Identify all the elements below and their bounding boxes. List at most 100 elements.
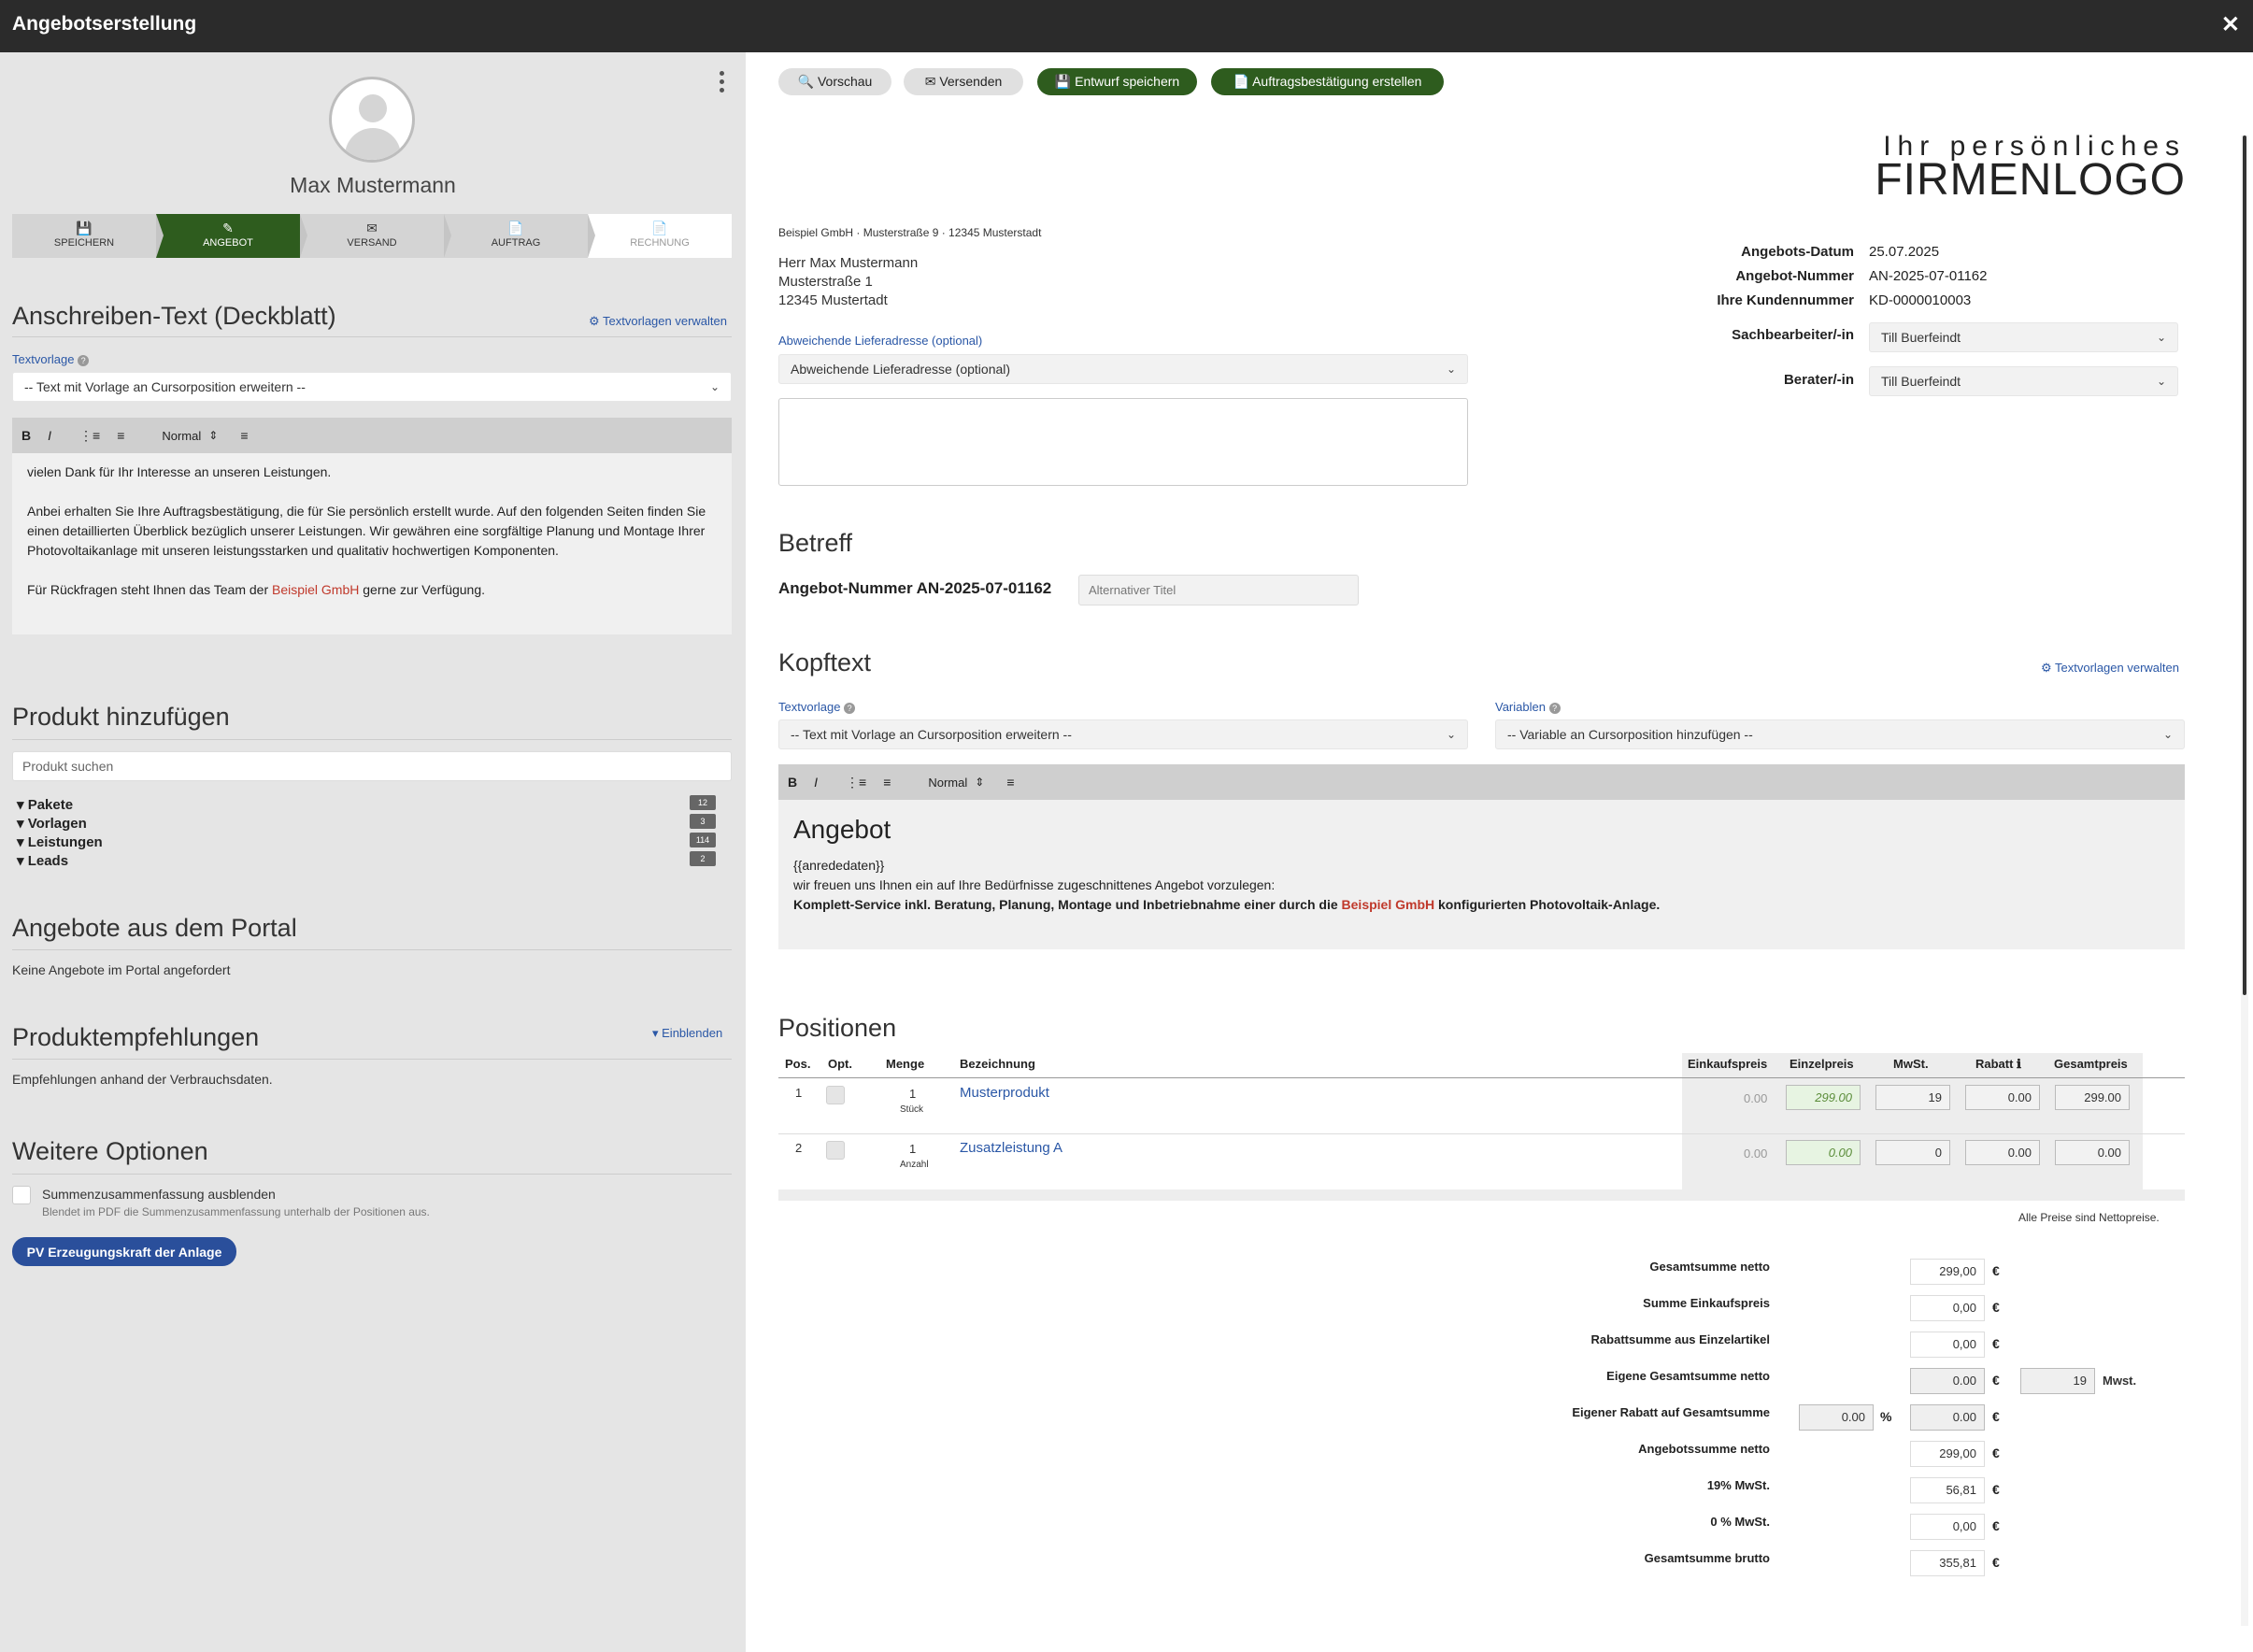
row1-vat-input[interactable]: 19 bbox=[1875, 1085, 1950, 1110]
own-total-net-input[interactable]: 0.00 bbox=[1910, 1368, 1985, 1394]
sum-item-discount: 0,00 bbox=[1910, 1332, 1985, 1358]
offer-net: 299,00 bbox=[1910, 1441, 1985, 1467]
title-bar: Angebotserstellung ✕ bbox=[0, 0, 2253, 52]
chevron-down-icon: ⌄ bbox=[2156, 331, 2166, 344]
italic-button[interactable]: I bbox=[814, 775, 818, 790]
save-draft-button[interactable]: 💾 Entwurf speichern bbox=[1037, 68, 1197, 95]
col-total: Gesamtpreis bbox=[2054, 1057, 2128, 1071]
portal-title: Angebote aus dem Portal bbox=[12, 914, 297, 942]
row2-total-input[interactable]: 0.00 bbox=[2055, 1140, 2130, 1165]
advisor-select[interactable]: Till Buerfeindt ⌄ bbox=[1869, 366, 2178, 396]
preview-button[interactable]: 🔍 Vorschau bbox=[778, 68, 891, 95]
cover-template-label: Textvorlage ? bbox=[12, 352, 90, 366]
own-discount-value-input[interactable]: 0.00 bbox=[1910, 1404, 1985, 1431]
bold-button[interactable]: B bbox=[788, 775, 797, 790]
row1-unit: Stück bbox=[900, 1104, 924, 1115]
kebab-menu-icon[interactable] bbox=[720, 71, 725, 96]
head-template-select[interactable]: -- Text mit Vorlage an Cursorposition er… bbox=[778, 719, 1468, 749]
count-badge: 114 bbox=[690, 833, 716, 847]
own-total-vat-input[interactable]: 19 bbox=[2020, 1368, 2095, 1394]
row1-discount-input[interactable]: 0.00 bbox=[1965, 1085, 2040, 1110]
variables-label: Variablen ? bbox=[1495, 700, 1561, 714]
delivery-address-select[interactable]: Abweichende Lieferadresse (optional) ⌄ bbox=[778, 354, 1468, 384]
chevron-down-icon: ⌄ bbox=[1446, 728, 1456, 741]
step-auftrag[interactable]: 📄 AUFTRAG bbox=[444, 214, 595, 258]
bold-button[interactable]: B bbox=[21, 428, 31, 443]
close-icon[interactable]: ✕ bbox=[2221, 11, 2240, 38]
variables-select[interactable]: -- Variable an Cursorposition hinzufügen… bbox=[1495, 719, 2185, 749]
workflow-steps: 💾 SPEICHERN ✎ ANGEBOT ✉ VERSAND 📄 AUFTRAG 📄 R… bbox=[12, 214, 732, 258]
pv-power-button[interactable]: PV Erzeugungskraft der Anlage bbox=[12, 1237, 236, 1266]
positions-title: Positionen bbox=[778, 1014, 897, 1042]
alternative-title-input[interactable]: Alternativer Titel bbox=[1078, 575, 1359, 605]
row2-discount-input[interactable]: 0.00 bbox=[1965, 1140, 2040, 1165]
hide-summary-checkbox[interactable] bbox=[12, 1186, 31, 1204]
clerk-select[interactable]: Till Buerfeindt ⌄ bbox=[1869, 322, 2178, 352]
align-button[interactable]: ≡ bbox=[1006, 775, 1014, 790]
subject-title: Betreff bbox=[778, 529, 853, 557]
head-manage-templates-link[interactable]: ⚙ Textvorlagen verwalten bbox=[2041, 661, 2179, 676]
row2-qty[interactable]: 1 bbox=[909, 1142, 916, 1156]
row1-optional-checkbox[interactable] bbox=[826, 1086, 845, 1104]
subject-number: Angebot-Nummer AN-2025-07-01162 bbox=[778, 579, 1052, 597]
row1-unit-price-input[interactable]: 299.00 bbox=[1786, 1085, 1861, 1110]
sum-total-net: 299,00 bbox=[1910, 1259, 1985, 1285]
cover-template-select[interactable]: -- Text mit Vorlage an Cursorposition er… bbox=[12, 372, 732, 402]
row2-vat-input[interactable]: 0 bbox=[1875, 1140, 1950, 1165]
col-vat: MwSt. bbox=[1893, 1057, 1929, 1071]
create-confirmation-button[interactable]: 📄 Auftragsbestätigung erstellen bbox=[1211, 68, 1444, 95]
italic-button[interactable]: I bbox=[48, 428, 51, 443]
tree-item-leistungen[interactable]: ▾ Leistungen bbox=[17, 833, 103, 850]
cover-editor[interactable]: vielen Dank für Ihr Interesse an unseren… bbox=[12, 453, 732, 634]
col-purchase-price: Einkaufspreis bbox=[1688, 1057, 1768, 1071]
options-title: Weitere Optionen bbox=[12, 1137, 208, 1165]
row2-optional-checkbox[interactable] bbox=[826, 1141, 845, 1160]
tree-item-leads[interactable]: ▾ Leads bbox=[17, 852, 68, 869]
col-unit-price: Einzelpreis bbox=[1790, 1057, 1854, 1071]
hide-summary-hint: Blendet im PDF die Summenzusammenfassung… bbox=[42, 1205, 430, 1218]
help-icon: ? bbox=[78, 354, 90, 366]
product-search-input[interactable]: Produkt suchen bbox=[12, 751, 732, 781]
ordered-list-button[interactable]: ⋮≡ bbox=[846, 775, 866, 790]
head-editor-toolbar: B I ⋮≡ ≡ Normal ⇕ ≡ bbox=[778, 764, 2185, 800]
bullet-list-button[interactable]: ≡ bbox=[883, 775, 891, 790]
offer-net-label: Angebotssumme netto bbox=[1638, 1442, 1770, 1456]
delivery-address-textarea[interactable] bbox=[778, 398, 1468, 486]
ordered-list-button[interactable]: ⋮≡ bbox=[79, 428, 100, 444]
step-versand[interactable]: ✉ VERSAND bbox=[300, 214, 451, 258]
chevron-down-icon: ⌄ bbox=[2156, 375, 2166, 388]
vat0-label: 0 % MwSt. bbox=[1710, 1515, 1770, 1529]
step-speichern[interactable]: 💾 SPEICHERN bbox=[12, 214, 164, 258]
format-select[interactable]: Normal bbox=[162, 429, 201, 443]
head-editor[interactable]: Angebot {{anrededaten}} wir freuen uns I… bbox=[778, 800, 2185, 949]
col-pos: Pos. bbox=[785, 1057, 811, 1071]
format-select-arrow-icon: ⇕ bbox=[975, 776, 985, 789]
divider bbox=[12, 336, 732, 337]
tree-item-vorlagen[interactable]: ▾ Vorlagen bbox=[17, 815, 87, 832]
customer-name: Max Mustermann bbox=[290, 173, 456, 197]
step-rechnung[interactable]: 📄 RECHNUNG bbox=[588, 214, 732, 258]
row1-name-link[interactable]: Musterprodukt bbox=[960, 1085, 1049, 1101]
row2-unit-price-input[interactable]: 0.00 bbox=[1786, 1140, 1861, 1165]
col-opt: Opt. bbox=[828, 1057, 852, 1071]
step-angebot[interactable]: ✎ ANGEBOT bbox=[156, 214, 307, 258]
row1-total-input[interactable]: 299.00 bbox=[2055, 1085, 2130, 1110]
cover-manage-templates-link[interactable]: ⚙ Textvorlagen verwalten bbox=[589, 314, 727, 329]
tree-item-pakete[interactable]: ▾ Pakete bbox=[17, 796, 73, 813]
customer-number-label: Ihre Kundennummer bbox=[1717, 292, 1854, 308]
send-button[interactable]: ✉ Versenden bbox=[904, 68, 1023, 95]
vat19-label: 19% MwSt. bbox=[1706, 1478, 1770, 1492]
scrollbar-thumb[interactable] bbox=[2243, 135, 2246, 995]
head-template-label: Textvorlage ? bbox=[778, 700, 856, 714]
own-discount-percent-input[interactable]: 0.00 bbox=[1799, 1404, 1874, 1431]
table-footer-bar bbox=[778, 1189, 2185, 1201]
count-badge: 12 bbox=[690, 795, 716, 810]
row1-qty[interactable]: 1 bbox=[909, 1087, 916, 1101]
offer-number-label: Angebot-Nummer bbox=[1735, 268, 1854, 284]
row2-name-link[interactable]: Zusatzleistung A bbox=[960, 1140, 1062, 1156]
own-total-net-label: Eigene Gesamtsumme netto bbox=[1606, 1369, 1770, 1383]
recommend-toggle-link[interactable]: ▾ Einblenden bbox=[652, 1026, 722, 1041]
bullet-list-button[interactable]: ≡ bbox=[117, 428, 124, 443]
format-select[interactable]: Normal bbox=[928, 776, 967, 790]
align-button[interactable]: ≡ bbox=[240, 428, 248, 443]
